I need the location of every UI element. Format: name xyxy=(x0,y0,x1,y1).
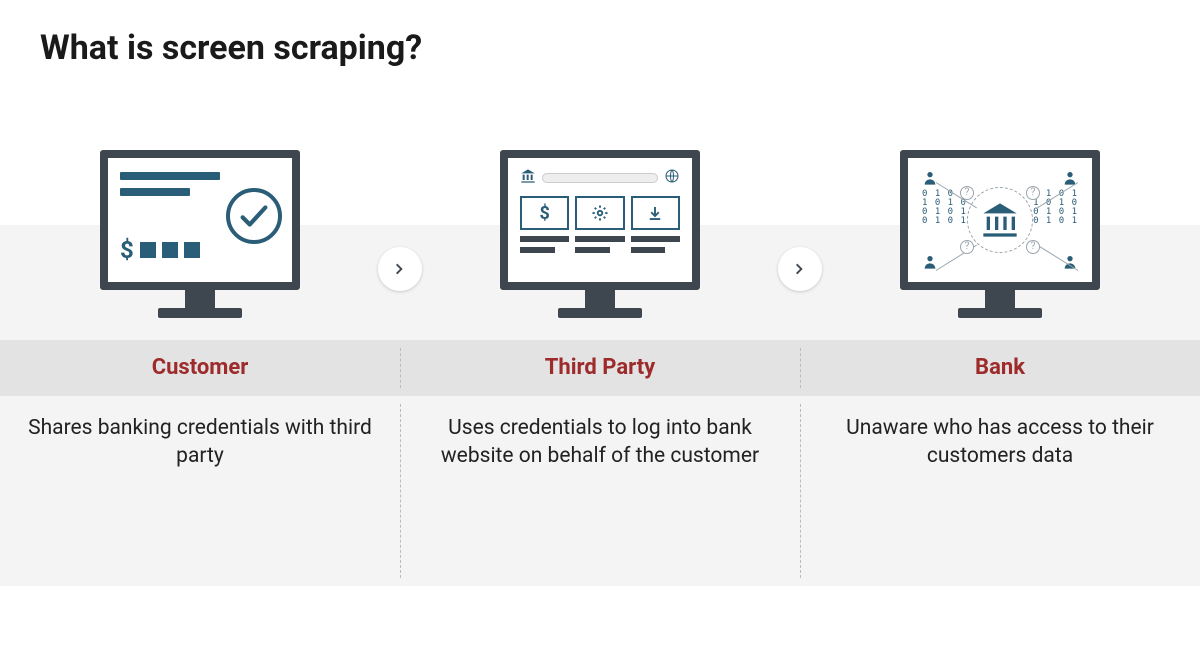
question-icon: ? xyxy=(960,186,974,200)
download-card-icon xyxy=(631,196,680,230)
bank-description: Unaware who has access to their customer… xyxy=(820,396,1180,471)
chevron-right-icon xyxy=(378,247,422,291)
third-party-description: Uses credentials to log into bank websit… xyxy=(420,396,780,471)
password-block-icon xyxy=(162,242,178,258)
bank-label: Bank xyxy=(820,340,1180,396)
label-row: Customer Third Party Bank xyxy=(0,340,1200,396)
person-icon xyxy=(922,170,938,186)
question-icon: ? xyxy=(960,240,974,254)
monitor-row: $ xyxy=(0,225,1200,340)
gear-card-icon xyxy=(575,196,624,230)
customer-label: Customer xyxy=(20,340,380,396)
content-lines-icon xyxy=(520,236,680,258)
password-block-icon xyxy=(140,242,156,258)
form-lines-icon xyxy=(120,172,220,204)
globe-icon xyxy=(664,168,680,188)
question-icon: ? xyxy=(1026,240,1040,254)
description-row: Shares banking credentials with third pa… xyxy=(0,396,1200,586)
diagram-stage: $ xyxy=(0,225,1200,586)
checkmark-circle-icon xyxy=(226,188,282,244)
customer-description: Shares banking credentials with third pa… xyxy=(20,396,380,471)
diagram-title: What is screen scraping? xyxy=(0,0,1200,68)
customer-monitor: $ xyxy=(100,150,300,318)
third-party-monitor: $ xyxy=(500,150,700,318)
dollar-card-icon: $ xyxy=(520,196,569,230)
bank-mini-icon xyxy=(520,168,536,188)
chevron-right-icon xyxy=(778,247,822,291)
dollar-icon: $ xyxy=(120,236,134,264)
url-bar-icon xyxy=(542,173,658,183)
person-icon xyxy=(922,254,938,270)
third-party-label: Third Party xyxy=(420,340,780,396)
bank-monitor: 0 1 0 1 1 0 1 0 0 1 0 1 0 1 0 1 0 1 0 1 … xyxy=(900,150,1100,318)
password-block-icon xyxy=(184,242,200,258)
question-icon: ? xyxy=(1026,186,1040,200)
bank-building-icon xyxy=(967,187,1033,253)
